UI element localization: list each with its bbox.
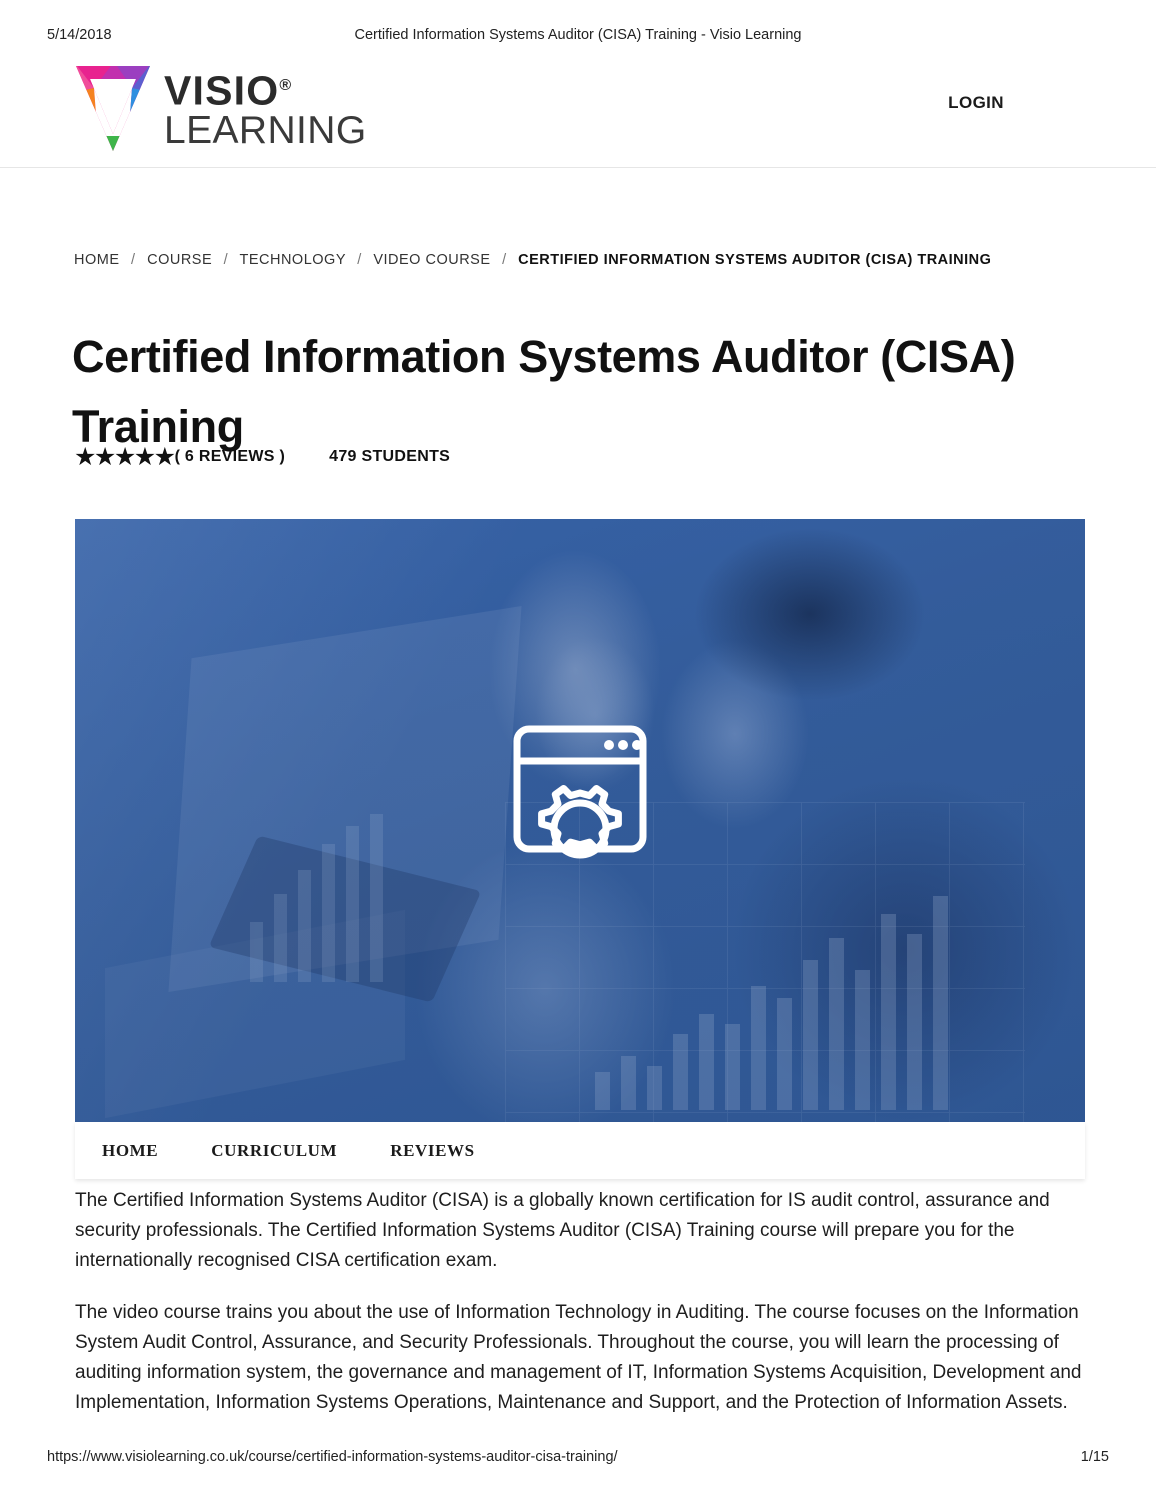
visio-v-logo-icon [74,62,152,154]
course-meta: ★★★★★ ( 6 REVIEWS ) 479 STUDENTS [74,442,450,472]
browser-gear-icon [505,717,655,889]
course-description: The Certified Information Systems Audito… [75,1186,1085,1440]
breadcrumb-separator: / [131,252,136,268]
description-paragraph: The Certified Information Systems Audito… [75,1190,1050,1271]
brand-visio-text: VISIO® [164,67,293,114]
description-paragraph: The video course trains you about the us… [75,1302,1082,1413]
breadcrumb: HOME / COURSE / TECHNOLOGY / VIDEO COURS… [74,252,1084,268]
course-hero-image [75,519,1085,1122]
reviews-count-label[interactable]: ( 6 REVIEWS ) [175,448,286,466]
breadcrumb-separator: / [502,252,507,268]
course-tabs-list: HOME CURRICULUM REVIEWS [102,1122,475,1179]
trademark-symbol: ® [279,77,293,94]
breadcrumb-separator: / [223,252,229,268]
print-document-title: Certified Information Systems Auditor (C… [354,27,802,43]
print-header: 5/14/2018 Certified Information Systems … [0,27,1156,47]
brand-learning-text: LEARNING [164,108,367,152]
breadcrumb-item-technology[interactable]: TECHNOLOGY [239,252,345,268]
print-footer: https://www.visiolearning.co.uk/course/c… [0,1449,1156,1469]
breadcrumb-item-video-course[interactable]: VIDEO COURSE [373,252,490,268]
tab-curriculum[interactable]: CURRICULUM [211,1141,337,1161]
course-tabs: HOME CURRICULUM REVIEWS [75,1122,1085,1179]
tab-home[interactable]: HOME [102,1141,158,1161]
tab-reviews[interactable]: REVIEWS [390,1141,475,1161]
rating-stars-icon: ★★★★★ [74,443,176,471]
breadcrumb-item-current: CERTIFIED INFORMATION SYSTEMS AUDITOR (C… [518,252,992,268]
students-count-label: 479 STUDENTS [329,448,451,465]
login-link[interactable]: LOGIN [948,93,1004,113]
site-logo[interactable]: VISIO® LEARNING [74,60,366,160]
breadcrumb-item-course[interactable]: COURSE [147,252,212,268]
site-header: VISIO® LEARNING LOGIN [0,55,1156,168]
breadcrumb-item-home[interactable]: HOME [74,252,120,268]
print-page-number: 1/15 [1080,1449,1109,1465]
brand-wordmark: VISIO® LEARNING [164,64,414,152]
print-url: https://www.visiolearning.co.uk/course/c… [47,1449,618,1465]
breadcrumb-separator: / [357,252,362,268]
